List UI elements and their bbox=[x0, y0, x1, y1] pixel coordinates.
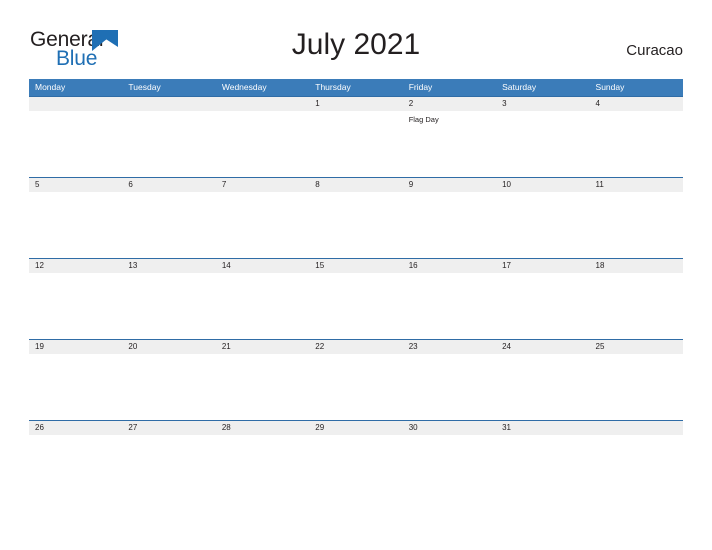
day-cell[interactable] bbox=[29, 273, 122, 338]
day-cell[interactable] bbox=[216, 435, 309, 500]
day-cell[interactable] bbox=[403, 273, 496, 338]
day-cell[interactable] bbox=[403, 192, 496, 257]
day-cell[interactable] bbox=[216, 273, 309, 338]
weekday-header-monday: Monday bbox=[35, 82, 66, 92]
day-number[interactable] bbox=[216, 97, 309, 111]
day-cell[interactable] bbox=[403, 354, 496, 419]
week-event-area bbox=[29, 354, 683, 419]
calendar-week-row: 26 27 28 29 30 31 bbox=[29, 420, 683, 501]
day-number[interactable]: 15 bbox=[309, 259, 402, 273]
day-number[interactable] bbox=[29, 97, 122, 111]
day-number[interactable]: 26 bbox=[29, 421, 122, 435]
day-number[interactable]: 3 bbox=[496, 97, 589, 111]
day-cell[interactable] bbox=[122, 273, 215, 338]
calendar-week-row: 12 13 14 15 16 17 18 bbox=[29, 258, 683, 339]
day-cell[interactable] bbox=[216, 354, 309, 419]
day-number[interactable]: 7 bbox=[216, 178, 309, 192]
calendar-week-row: 1 2 3 4 Flag Day bbox=[29, 96, 683, 177]
day-number[interactable]: 14 bbox=[216, 259, 309, 273]
day-cell[interactable] bbox=[216, 192, 309, 257]
day-number[interactable]: 9 bbox=[403, 178, 496, 192]
day-cell[interactable] bbox=[122, 435, 215, 500]
day-cell[interactable] bbox=[29, 111, 122, 176]
day-cell[interactable] bbox=[309, 192, 402, 257]
week-event-area bbox=[29, 192, 683, 257]
day-cell[interactable] bbox=[309, 273, 402, 338]
day-number[interactable] bbox=[590, 421, 683, 435]
weekday-header-wednesday: Wednesday bbox=[221, 82, 267, 92]
day-cell[interactable] bbox=[590, 273, 683, 338]
day-cell[interactable] bbox=[29, 192, 122, 257]
day-number[interactable]: 17 bbox=[496, 259, 589, 273]
day-cell[interactable] bbox=[122, 111, 215, 176]
week-event-area bbox=[29, 273, 683, 338]
calendar-page: General Blue July 2021 Curacao Monday Tu… bbox=[0, 0, 712, 550]
week-date-band: 19 20 21 22 23 24 25 bbox=[29, 339, 683, 354]
weekday-header-saturday: Saturday bbox=[502, 82, 537, 92]
calendar-week-row: 5 6 7 8 9 10 11 bbox=[29, 177, 683, 258]
week-date-band: 1 2 3 4 bbox=[29, 96, 683, 111]
day-number[interactable]: 12 bbox=[29, 259, 122, 273]
week-date-band: 12 13 14 15 16 17 18 bbox=[29, 258, 683, 273]
day-number[interactable] bbox=[122, 97, 215, 111]
day-number[interactable]: 11 bbox=[590, 178, 683, 192]
day-cell[interactable] bbox=[29, 435, 122, 500]
week-event-area: Flag Day bbox=[29, 111, 683, 176]
weekday-header-row: Monday Tuesday Wednesday Thursday Friday… bbox=[29, 79, 683, 96]
weekday-header-thursday: Thursday bbox=[315, 82, 351, 92]
day-number[interactable]: 5 bbox=[29, 178, 122, 192]
day-cell[interactable] bbox=[496, 354, 589, 419]
day-number[interactable]: 6 bbox=[122, 178, 215, 192]
day-number[interactable]: 13 bbox=[122, 259, 215, 273]
day-cell[interactable] bbox=[309, 354, 402, 419]
day-cell[interactable] bbox=[496, 273, 589, 338]
day-number[interactable]: 24 bbox=[496, 340, 589, 354]
calendar-week-row: 19 20 21 22 23 24 25 bbox=[29, 339, 683, 420]
day-number[interactable]: 18 bbox=[590, 259, 683, 273]
day-number[interactable]: 27 bbox=[122, 421, 215, 435]
day-cell[interactable] bbox=[122, 354, 215, 419]
day-cell[interactable] bbox=[496, 111, 589, 176]
day-cell[interactable] bbox=[216, 111, 309, 176]
day-cell[interactable] bbox=[590, 192, 683, 257]
day-number[interactable]: 30 bbox=[403, 421, 496, 435]
day-number[interactable]: 28 bbox=[216, 421, 309, 435]
day-number[interactable]: 10 bbox=[496, 178, 589, 192]
week-date-band: 5 6 7 8 9 10 11 bbox=[29, 177, 683, 192]
weekday-header-sunday: Sunday bbox=[595, 82, 625, 92]
day-cell[interactable] bbox=[309, 435, 402, 500]
day-cell[interactable] bbox=[29, 354, 122, 419]
day-number[interactable]: 4 bbox=[590, 97, 683, 111]
week-event-area bbox=[29, 435, 683, 500]
day-number[interactable]: 16 bbox=[403, 259, 496, 273]
holiday-event: Flag Day bbox=[408, 115, 439, 124]
day-cell[interactable] bbox=[590, 354, 683, 419]
day-number[interactable]: 19 bbox=[29, 340, 122, 354]
day-cell[interactable] bbox=[309, 111, 402, 176]
weekday-header-tuesday: Tuesday bbox=[128, 82, 161, 92]
day-cell[interactable] bbox=[496, 192, 589, 257]
page-header: General Blue July 2021 Curacao bbox=[0, 0, 712, 78]
day-number[interactable]: 2 bbox=[403, 97, 496, 111]
day-cell[interactable] bbox=[403, 435, 496, 500]
day-number[interactable]: 31 bbox=[496, 421, 589, 435]
day-cell[interactable] bbox=[590, 435, 683, 500]
day-cell[interactable] bbox=[590, 111, 683, 176]
day-number[interactable]: 23 bbox=[403, 340, 496, 354]
day-number[interactable]: 21 bbox=[216, 340, 309, 354]
day-number[interactable]: 22 bbox=[309, 340, 402, 354]
day-number[interactable]: 8 bbox=[309, 178, 402, 192]
page-title: July 2021 bbox=[291, 28, 421, 61]
country-label: Curacao bbox=[626, 42, 683, 59]
week-date-band: 26 27 28 29 30 31 bbox=[29, 420, 683, 435]
day-cell[interactable] bbox=[496, 435, 589, 500]
day-number[interactable]: 1 bbox=[309, 97, 402, 111]
day-cell[interactable]: Flag Day bbox=[403, 111, 496, 176]
day-number[interactable]: 25 bbox=[590, 340, 683, 354]
day-cell[interactable] bbox=[122, 192, 215, 257]
day-number[interactable]: 29 bbox=[309, 421, 402, 435]
weekday-header-friday: Friday bbox=[408, 82, 433, 92]
calendar-grid: Monday Tuesday Wednesday Thursday Friday… bbox=[29, 79, 683, 501]
day-number[interactable]: 20 bbox=[122, 340, 215, 354]
